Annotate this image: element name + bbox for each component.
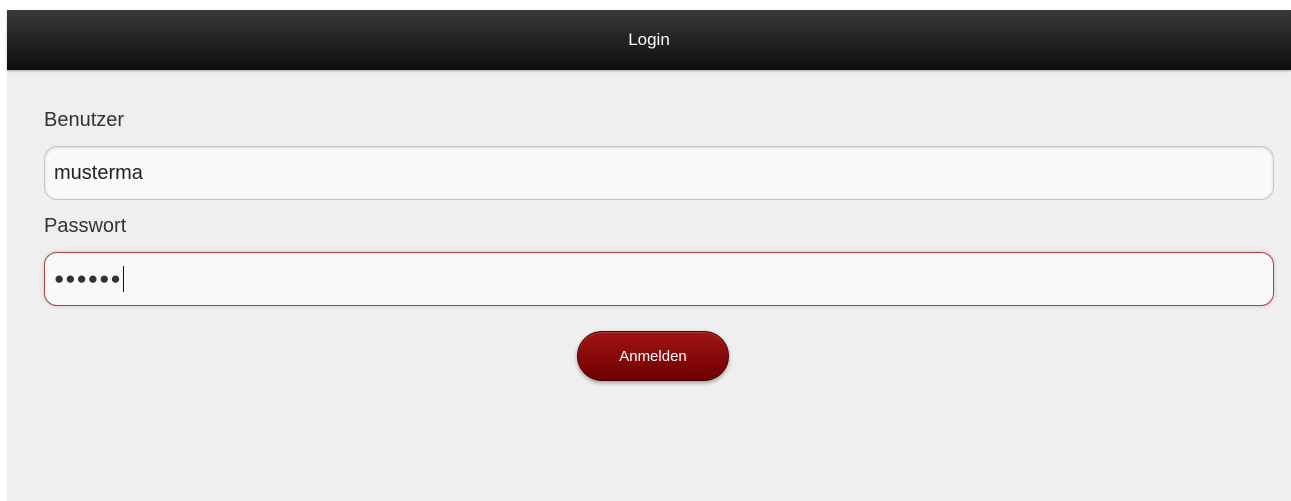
user-label: Benutzer: [44, 109, 125, 131]
page-title: Login: [628, 30, 670, 49]
user-input-value: musterma: [54, 162, 143, 184]
header-bar: Login: [7, 10, 1291, 70]
login-form: Benutzer musterma Passwort ●●●●●● Anmeld…: [7, 70, 1291, 381]
password-label: Passwort: [44, 215, 127, 237]
password-input-value: ●●●●●●: [54, 269, 122, 288]
text-caret: [122, 266, 125, 292]
user-input[interactable]: musterma: [44, 146, 1274, 200]
button-row: Anmelden: [44, 331, 1274, 381]
password-input[interactable]: ●●●●●●: [44, 252, 1274, 306]
login-button[interactable]: Anmelden: [577, 331, 729, 381]
login-page: Login Benutzer musterma Passwort ●●●●●● …: [7, 10, 1291, 501]
